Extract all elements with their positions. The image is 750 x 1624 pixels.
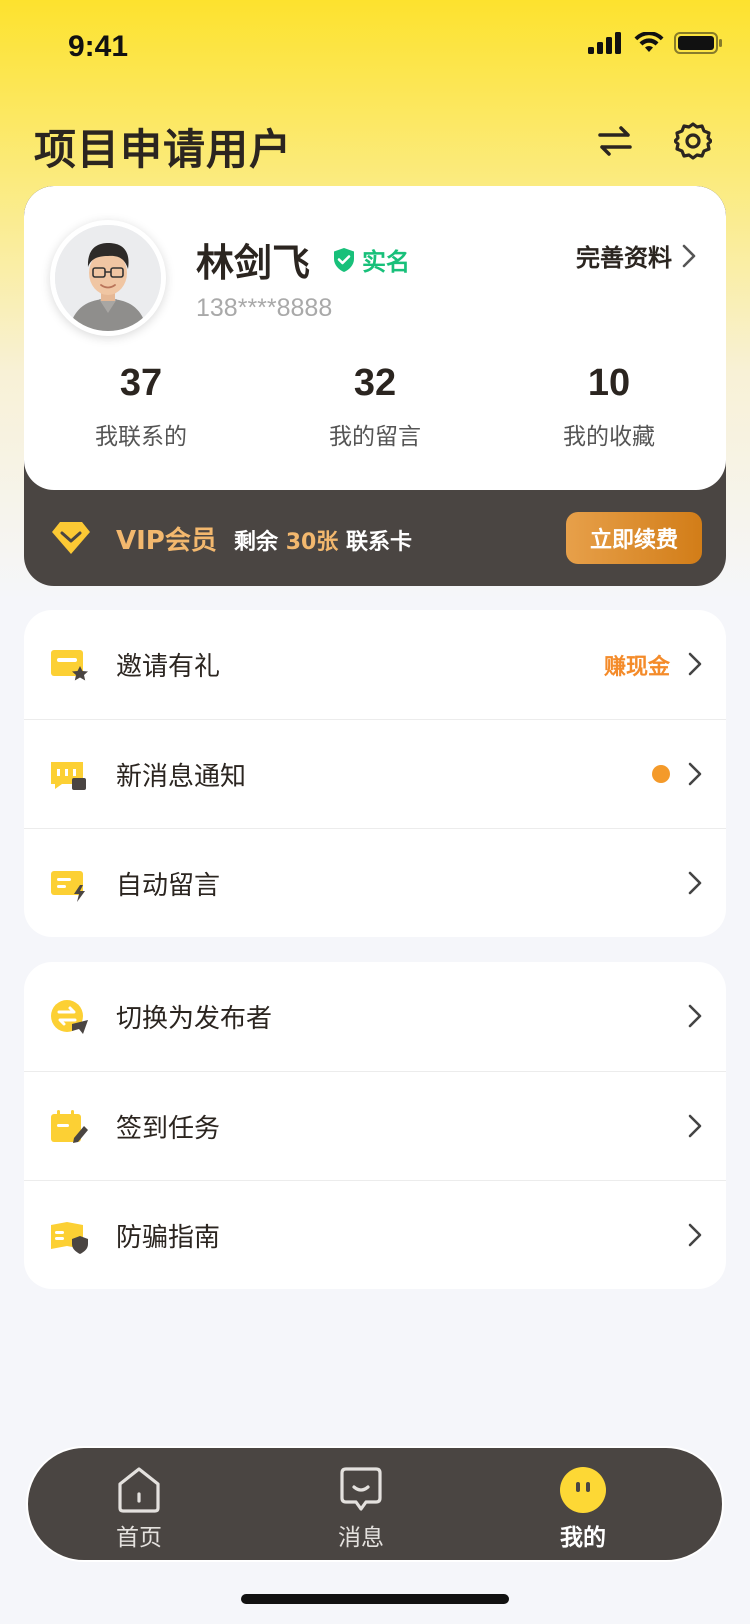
menu-card-2: 切换为发布者 签到任务 防骗指南 [24,962,726,1289]
menu-item-auto-message[interactable]: 自动留言 [24,828,726,937]
tab-label: 首页 [116,1525,162,1551]
renew-button[interactable]: 立即续费 [566,512,702,564]
auto-message-icon [51,871,85,902]
stat-label: 我的收藏 [563,424,655,450]
chevron-right-icon [688,871,702,895]
vip-remaining-count: 30张 [285,530,339,555]
vip-bar: VIP会员 剩余 30张 联系卡 立即续费 [24,490,726,586]
stat-contacted[interactable]: 37 我联系的 [24,362,258,451]
home-indicator [241,1594,509,1604]
stat-label: 我的留言 [329,424,421,450]
avatar[interactable] [50,220,166,336]
user-name: 林剑飞 [196,241,311,285]
stat-value: 10 [587,362,631,404]
wifi-icon [634,32,664,52]
menu-item-anti-fraud[interactable]: 防骗指南 [24,1180,726,1289]
phone-number: 138****8888 [196,294,333,322]
profile-info: 林剑飞 实名 138****8888 完善资料 37 我联系的 32 我的留言 [24,186,726,490]
stat-label: 我联系的 [95,424,187,450]
tab-messages[interactable]: 消息 [250,1448,472,1560]
battery-icon [674,32,722,54]
menu-label: 自动留言 [116,870,221,901]
switch-arrows-icon[interactable] [594,120,636,162]
message-notice-icon [51,762,86,790]
stat-value: 37 [119,362,163,404]
vip-remaining: 剩余 30张 联系卡 [234,524,412,556]
shield-guide-icon [51,1222,88,1254]
chevron-right-icon [682,244,696,267]
gear-icon[interactable] [672,120,714,162]
shield-check-icon [334,247,354,272]
stat-value: 32 [353,362,397,404]
menu-label: 邀请有礼 [116,652,221,682]
tab-label: 消息 [338,1525,384,1551]
complete-profile-link[interactable]: 完善资料 [576,238,696,273]
complete-profile-label: 完善资料 [576,244,672,272]
menu-label: 防骗指南 [116,1222,221,1253]
diamond-icon [52,522,90,554]
menu-item-switch-publisher[interactable]: 切换为发布者 [24,962,726,1071]
chat-icon [340,1467,382,1511]
home-icon [118,1467,160,1513]
signal-icon [588,32,621,54]
menu-item-notification[interactable]: 新消息通知 [24,719,726,828]
page-title: 项目申请用户 [34,125,293,174]
chevron-right-icon [688,652,702,676]
vip-remaining-suffix: 联系卡 [345,530,412,555]
chevron-right-icon [688,762,702,786]
tab-profile[interactable]: 我的 [472,1448,694,1560]
gift-card-icon [51,650,88,681]
menu-item-invite[interactable]: 邀请有礼 赚现金 [24,610,726,719]
earn-cash-label: 赚现金 [603,654,670,680]
stats-row: 37 我联系的 32 我的留言 10 我的收藏 [24,362,726,451]
chevron-right-icon [688,1004,702,1028]
switch-publisher-icon [51,1000,88,1034]
menu-label: 新消息通知 [116,761,247,792]
verified-badge: 实名 [332,242,410,277]
vip-title: VIP会员 [116,526,217,556]
menu-label: 签到任务 [116,1113,221,1144]
chevron-right-icon [688,1114,702,1138]
tab-label: 我的 [560,1525,606,1551]
unread-dot [652,765,670,783]
status-time: 9:41 [68,30,129,63]
profile-card: 林剑飞 实名 138****8888 完善资料 37 我联系的 32 我的留言 [24,186,726,586]
menu-item-checkin[interactable]: 签到任务 [24,1071,726,1180]
checkin-calendar-icon [51,1110,88,1143]
stat-messages[interactable]: 32 我的留言 [258,362,492,451]
menu-label: 切换为发布者 [116,1004,273,1034]
verified-label: 实名 [362,248,410,276]
status-icons [588,32,722,54]
vip-remaining-prefix: 剩余 [234,530,279,555]
tab-home[interactable]: 首页 [28,1448,250,1560]
menu-card-1: 邀请有礼 赚现金 新消息通知 自动留言 [24,610,726,937]
profile-smile-icon [560,1467,606,1513]
chevron-right-icon [688,1223,702,1247]
tab-bar: 首页 消息 我的 [26,1446,724,1562]
stat-favorites[interactable]: 10 我的收藏 [492,362,726,451]
